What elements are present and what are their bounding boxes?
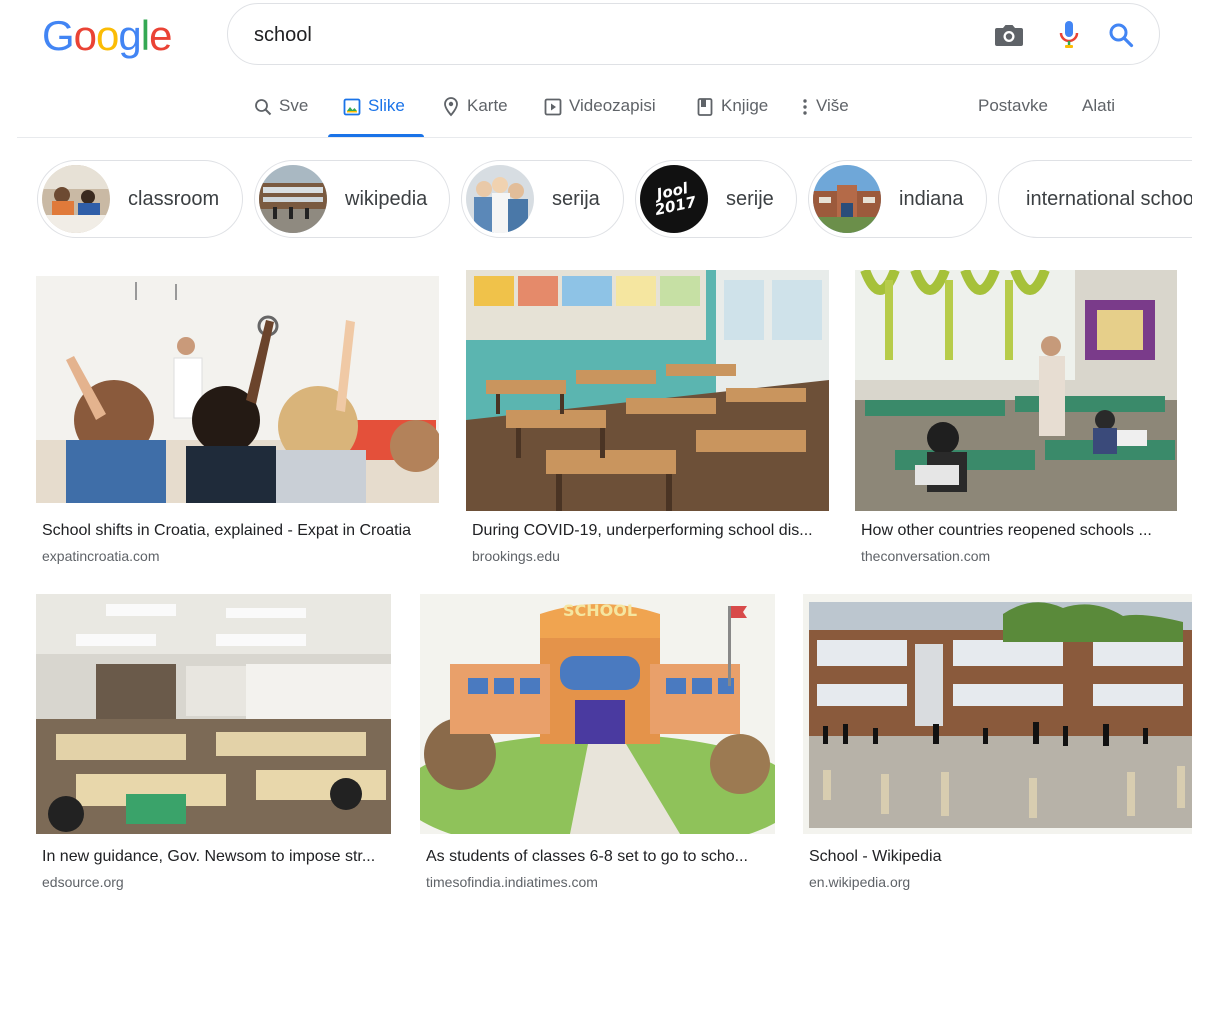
chip-thumb-text: Jool 2017	[653, 179, 698, 219]
tab-label: Videozapisi	[569, 96, 656, 115]
result-image[interactable]: SCHOOL	[420, 594, 775, 834]
related-searches-chips: classroom wikipedia serija Jool 2017 ser…	[0, 160, 1192, 240]
chip-wikipedia[interactable]: wikipedia	[254, 160, 450, 238]
logo-letter: o	[96, 12, 119, 59]
tab-label: Slike	[368, 96, 405, 115]
school-sign-text: SCHOOL	[563, 601, 637, 620]
search-input[interactable]	[254, 18, 954, 52]
chip-thumbnail: Jool 2017	[640, 165, 708, 233]
search-icon	[253, 96, 273, 118]
image-result[interactable]: School shifts in Croatia, explained - Ex…	[36, 270, 439, 570]
logo-letter: G	[42, 12, 75, 59]
search-tabs: Sve Slike Karte Videozapisi Knjige Više …	[0, 86, 1221, 138]
chip-thumbnail	[813, 165, 881, 233]
chip-thumbnail	[42, 165, 110, 233]
tab-label: Karte	[467, 96, 508, 115]
image-icon	[342, 96, 362, 118]
result-source[interactable]: expatincroatia.com	[42, 548, 160, 564]
chip-label: wikipedia	[345, 187, 428, 210]
result-caption[interactable]: School shifts in Croatia, explained - Ex…	[42, 522, 439, 540]
chip-label: serije	[726, 187, 774, 210]
chip-thumbnail	[466, 165, 534, 233]
tab-karte[interactable]: Karte	[441, 86, 508, 138]
result-caption[interactable]: School - Wikipedia	[809, 848, 1192, 866]
tab-knjige[interactable]: Knjige	[695, 86, 768, 138]
result-image[interactable]	[36, 594, 391, 834]
result-source[interactable]: timesofindia.indiatimes.com	[426, 874, 598, 890]
chip-label: indiana	[899, 187, 964, 210]
image-result[interactable]: School - Wikipedia en.wikipedia.org	[803, 594, 1192, 894]
result-image[interactable]	[466, 270, 829, 511]
result-image[interactable]	[36, 270, 439, 503]
result-source[interactable]: brookings.edu	[472, 548, 560, 564]
tab-slike[interactable]: Slike	[342, 86, 405, 138]
tab-sve[interactable]: Sve	[253, 86, 308, 138]
image-result[interactable]: In new guidance, Gov. Newsom to impose s…	[36, 594, 391, 894]
result-source[interactable]: theconversation.com	[861, 548, 990, 564]
search-box	[227, 3, 1160, 65]
chip-label: international school	[1026, 187, 1192, 210]
search-submit-icon[interactable]	[1104, 18, 1138, 52]
settings-link[interactable]: Postavke	[978, 86, 1048, 138]
tab-label: Knjige	[721, 96, 769, 115]
result-source[interactable]: edsource.org	[42, 874, 124, 890]
image-result[interactable]: How other countries reopened schools ...…	[855, 270, 1177, 570]
result-caption[interactable]: As students of classes 6-8 set to go to …	[426, 848, 775, 866]
result-caption[interactable]: In new guidance, Gov. Newsom to impose s…	[42, 848, 391, 866]
camera-icon[interactable]	[992, 18, 1026, 52]
tools-label: Alati	[1082, 96, 1116, 115]
chip-serije[interactable]: Jool 2017 serije	[635, 160, 797, 238]
image-result[interactable]: During COVID-19, underperforming school …	[466, 270, 829, 570]
logo-letter: e	[149, 12, 172, 59]
result-caption[interactable]: During COVID-19, underperforming school …	[472, 522, 829, 540]
tools-link[interactable]: Alati	[1082, 86, 1115, 138]
result-caption[interactable]: How other countries reopened schools ...	[861, 522, 1177, 540]
chip-classroom[interactable]: classroom	[37, 160, 243, 238]
chip-label: serija	[552, 187, 600, 210]
settings-label: Postavke	[978, 96, 1048, 115]
result-source[interactable]: en.wikipedia.org	[809, 874, 910, 890]
more-vert-icon	[800, 96, 810, 118]
tab-label: Više	[816, 96, 849, 115]
tab-label: Sve	[279, 96, 309, 115]
chip-thumbnail	[259, 165, 327, 233]
logo-letter: g	[118, 12, 141, 59]
tab-videozapisi[interactable]: Videozapisi	[543, 86, 656, 138]
google-logo[interactable]: Google	[42, 12, 172, 60]
result-image[interactable]	[855, 270, 1177, 511]
play-icon	[543, 96, 563, 118]
chip-international-school[interactable]: international school	[998, 160, 1192, 238]
mic-icon[interactable]	[1052, 18, 1086, 52]
header-divider	[17, 137, 1192, 138]
chip-label: classroom	[128, 187, 220, 210]
image-result[interactable]: SCHOOL As students of classes 6-8 set to…	[420, 594, 775, 894]
chip-serija[interactable]: serija	[461, 160, 624, 238]
logo-letter: l	[140, 12, 150, 59]
map-pin-icon	[441, 96, 461, 118]
book-icon	[695, 96, 715, 118]
chip-indiana[interactable]: indiana	[808, 160, 987, 238]
logo-letter: o	[73, 12, 97, 59]
result-image[interactable]	[803, 594, 1192, 834]
tab-vise[interactable]: Više	[800, 86, 849, 138]
